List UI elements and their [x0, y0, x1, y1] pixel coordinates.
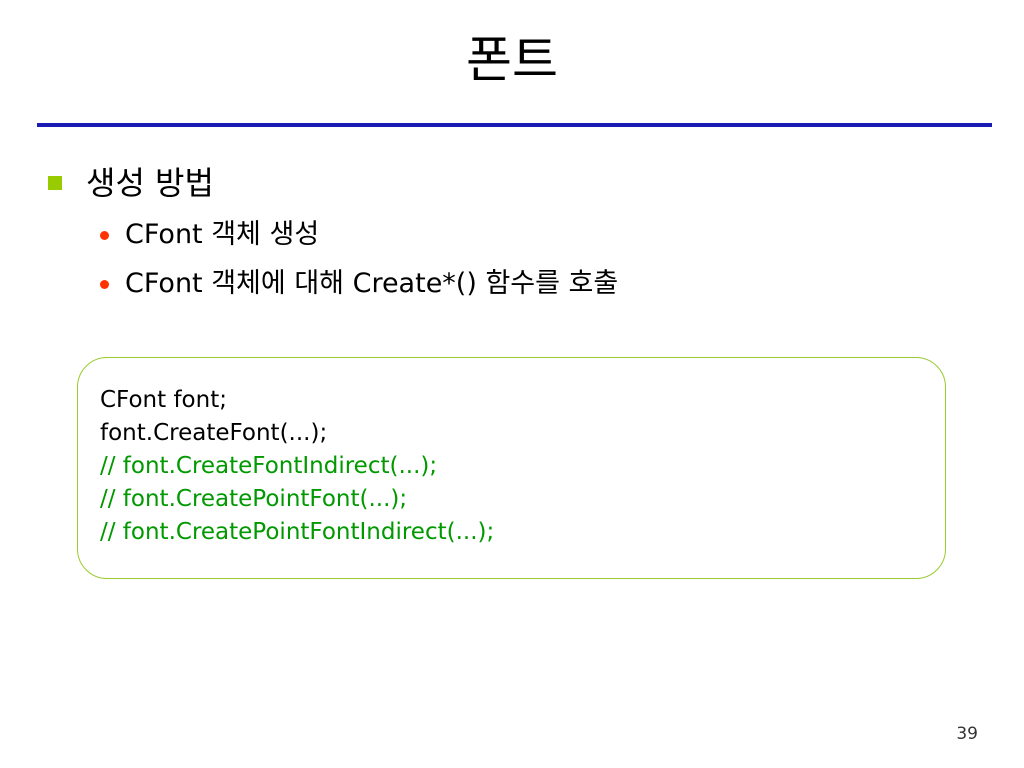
code-comment-line: // font.CreateFontIndirect(...);: [100, 453, 438, 479]
code-example-box: CFont font; font.CreateFont(...); // fon…: [77, 357, 946, 579]
bullet-level2-text: CFont 객체 생성: [125, 219, 320, 250]
page-number: 39: [956, 724, 978, 744]
bullet-level2-item: CFont 객체에 대해 Create*() 함수를 호출: [100, 264, 618, 304]
code-comment-line: // font.CreatePointFont(...);: [100, 486, 408, 512]
square-bullet-icon: [48, 176, 62, 190]
bullet-level2-item: CFont 객체 생성: [100, 215, 319, 255]
code-line: font.CreateFont(...);: [100, 420, 328, 446]
bullet-level2-text: CFont 객체에 대해 Create*() 함수를 호출: [125, 268, 619, 299]
bullet-level1: 생성 방법: [48, 160, 214, 206]
dot-bullet-icon: [100, 230, 109, 240]
code-line: CFont font;: [100, 387, 227, 413]
code-comment-line: // font.CreatePointFontIndirect(...);: [100, 519, 495, 545]
bullet-level1-text: 생성 방법: [86, 164, 214, 202]
slide-title: 폰트: [466, 31, 558, 89]
dot-bullet-icon: [100, 279, 109, 289]
title-divider: [37, 123, 992, 127]
code-lines: CFont font; font.CreateFont(...); // fon…: [100, 384, 494, 549]
